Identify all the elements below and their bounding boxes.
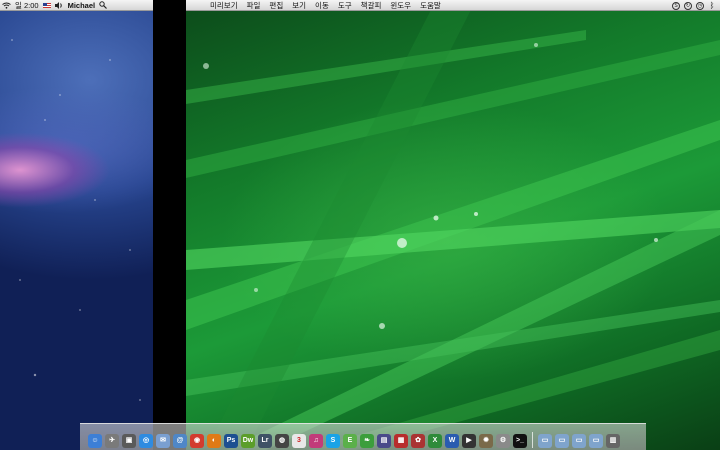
evernote-icon[interactable]: E xyxy=(343,434,357,448)
safari-icon[interactable]: ◎ xyxy=(139,434,153,448)
menu-tools[interactable]: 도구 xyxy=(338,0,352,11)
maps-icon[interactable]: ✹ xyxy=(479,434,493,448)
rocket-icon[interactable]: ✈ xyxy=(105,434,119,448)
mail-icon[interactable]: ✉ xyxy=(156,434,170,448)
dvd-icon[interactable]: ▶ xyxy=(462,434,476,448)
dock: ☺ ✈ ▣ ◎ ✉ @ ◉ ◐ Ps Dw Lr ◍ 3 ♫ S E ❧ ▤ ▦ ✿ X W ▶ ✹ ⚙ >_ ▭ ▭ ▭ ▭ ▥ xyxy=(80,423,646,450)
photoshop-icon[interactable]: Ps xyxy=(224,434,238,448)
skype-icon[interactable]: S xyxy=(326,434,340,448)
lightroom-icon[interactable]: Lr xyxy=(258,434,272,448)
menu-edit[interactable]: 편집 xyxy=(269,0,283,11)
folder-stack-icon[interactable]: ▭ xyxy=(589,434,603,448)
excel-icon[interactable]: X xyxy=(428,434,442,448)
contacts-icon[interactable]: @ xyxy=(173,434,187,448)
system-prefs-icon[interactable]: ⚙ xyxy=(496,434,510,448)
camera-icon[interactable]: ◍ xyxy=(275,434,289,448)
user-menu[interactable]: Michael xyxy=(68,1,96,10)
menubar-status-area: S ↻ ◷ ᛒ xyxy=(672,0,716,11)
firefox-icon[interactable]: ◐ xyxy=(207,434,221,448)
finder-icon[interactable]: ☺ xyxy=(88,434,102,448)
chrome-icon[interactable]: ◉ xyxy=(190,434,204,448)
app-store-icon[interactable]: ▤ xyxy=(377,434,391,448)
dock-separator xyxy=(532,432,533,448)
photo-icon[interactable]: ▣ xyxy=(122,434,136,448)
menu-window[interactable]: 윈도우 xyxy=(390,0,411,11)
folder-downloads-icon[interactable]: ▭ xyxy=(572,434,586,448)
sync-icon[interactable]: ↻ xyxy=(684,1,692,10)
spotlight-search-icon[interactable] xyxy=(99,1,108,9)
time-machine-icon[interactable]: ◷ xyxy=(696,1,704,10)
trash-icon[interactable]: ▥ xyxy=(606,434,620,448)
menu-go[interactable]: 이동 xyxy=(315,0,329,11)
grass-blades xyxy=(186,0,720,450)
input-source-flag-icon[interactable] xyxy=(42,2,51,8)
volume-icon[interactable] xyxy=(54,1,64,9)
word-icon[interactable]: W xyxy=(445,434,459,448)
bluetooth-icon[interactable]: ᛒ xyxy=(708,1,716,10)
terminal-icon[interactable]: >_ xyxy=(513,434,527,448)
menu-help[interactable]: 도움말 xyxy=(420,0,441,11)
itunes-icon[interactable]: ♫ xyxy=(309,434,323,448)
menu-bookmarks[interactable]: 책갈피 xyxy=(361,0,382,11)
skype-icon[interactable]: S xyxy=(672,1,680,10)
folder-documents-icon[interactable]: ▭ xyxy=(555,434,569,448)
star-field xyxy=(0,0,153,450)
menu-preview[interactable]: 미리보기 xyxy=(210,0,238,11)
menu-file[interactable]: 파일 xyxy=(247,0,261,11)
parallels-icon[interactable]: ▦ xyxy=(394,434,408,448)
left-menubar: 일 2:00 Michael xyxy=(0,0,153,11)
left-desktop-wallpaper xyxy=(0,0,153,450)
photo-booth-icon[interactable]: ✿ xyxy=(411,434,425,448)
screen-gap xyxy=(153,0,186,450)
right-desktop-wallpaper xyxy=(186,0,720,450)
dreamweaver-icon[interactable]: Dw xyxy=(241,434,255,448)
menu-view[interactable]: 보기 xyxy=(292,0,306,11)
clock-menu[interactable]: 일 2:00 xyxy=(15,0,39,11)
right-menubar: 미리보기 파일 편집 보기 이동 도구 책갈피 윈도우 도움말 S ↻ ◷ ᛒ xyxy=(186,0,720,11)
leaf-icon[interactable]: ❧ xyxy=(360,434,374,448)
wifi-icon[interactable] xyxy=(2,2,11,9)
folder-applications-icon[interactable]: ▭ xyxy=(538,434,552,448)
calendar-icon[interactable]: 3 xyxy=(292,434,306,448)
